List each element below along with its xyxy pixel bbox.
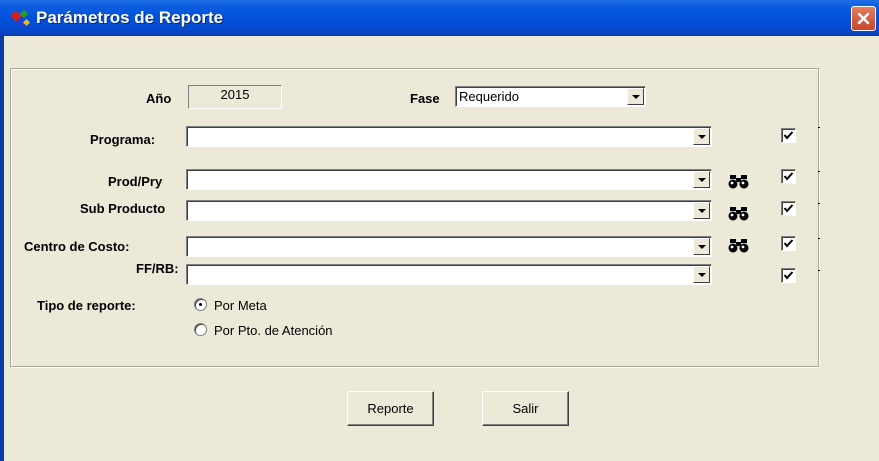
subproducto-checkbox[interactable]: [781, 201, 796, 216]
reporte-button[interactable]: Reporte: [347, 391, 434, 426]
ffrb-label: FF/RB:: [136, 261, 179, 276]
title-bar: Parámetros de Reporte: [0, 0, 879, 36]
subproducto-select[interactable]: [186, 200, 712, 221]
fase-value: Requerido: [459, 89, 519, 104]
radio-por-meta-label[interactable]: Por Meta: [214, 298, 267, 313]
chevron-down-icon[interactable]: [693, 128, 710, 145]
tipo-reporte-label: Tipo de reporte:: [37, 298, 136, 313]
radio-por-pto-atencion[interactable]: [194, 323, 207, 336]
checkmark-icon: [783, 172, 794, 181]
binoculars-icon: [728, 175, 749, 189]
checkmark-icon: [783, 131, 794, 140]
close-icon: [857, 12, 870, 25]
edge-mark: [818, 238, 820, 239]
fase-label: Fase: [410, 91, 440, 106]
window-border: [0, 36, 4, 461]
report-params-icon: [10, 8, 32, 30]
ffrb-checkbox[interactable]: [781, 268, 796, 283]
centrocosto-select[interactable]: [186, 236, 712, 257]
centrocosto-label: Centro de Costo:: [24, 239, 130, 254]
binoculars-icon: [728, 207, 749, 221]
chevron-down-icon[interactable]: [693, 171, 710, 188]
checkmark-icon: [783, 271, 794, 280]
salir-button[interactable]: Salir: [482, 391, 569, 426]
fase-select[interactable]: Requerido: [455, 86, 646, 107]
subproducto-label: Sub Producto: [80, 201, 166, 216]
prodpry-label: Prod/Pry: [108, 174, 163, 189]
chevron-down-icon[interactable]: [693, 202, 710, 219]
window-title: Parámetros de Reporte: [36, 8, 224, 27]
edge-mark: [818, 203, 820, 204]
chevron-down-icon[interactable]: [693, 266, 710, 283]
close-button[interactable]: [851, 6, 876, 31]
subproducto-search-button[interactable]: [727, 204, 751, 224]
edge-mark: [818, 127, 820, 128]
binoculars-icon: [728, 239, 749, 253]
ffrb-select[interactable]: [186, 264, 712, 285]
prodpry-select[interactable]: [186, 169, 712, 190]
chevron-down-icon[interactable]: [627, 88, 644, 105]
radio-por-pto-atencion-label[interactable]: Por Pto. de Atención: [214, 323, 333, 338]
anio-field: 2015: [188, 85, 282, 109]
programa-label: Programa:: [90, 132, 156, 147]
edge-mark: [818, 270, 820, 271]
edge-mark: [818, 171, 820, 172]
programa-select[interactable]: [186, 126, 712, 147]
prodpry-search-button[interactable]: [727, 172, 751, 192]
prodpry-checkbox[interactable]: [781, 169, 796, 184]
checkmark-icon: [783, 239, 794, 248]
anio-label: Año: [146, 91, 172, 106]
centrocosto-checkbox[interactable]: [781, 236, 796, 251]
chevron-down-icon[interactable]: [693, 238, 710, 255]
radio-por-meta[interactable]: [194, 298, 207, 311]
programa-checkbox[interactable]: [781, 128, 796, 143]
centrocosto-search-button[interactable]: [727, 236, 751, 256]
checkmark-icon: [783, 204, 794, 213]
